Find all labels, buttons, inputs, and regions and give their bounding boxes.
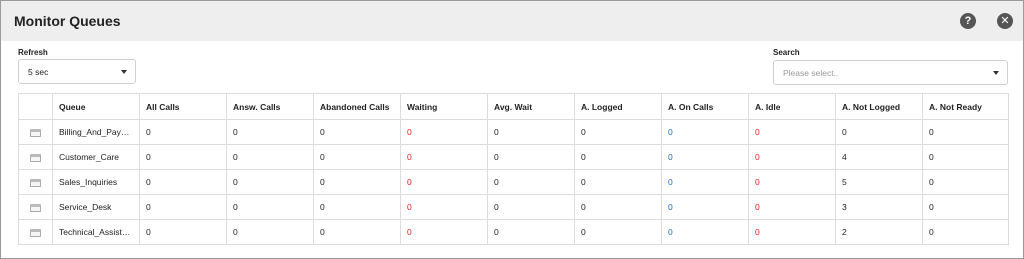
a-not-ready: 0: [922, 219, 1009, 245]
a-logged: 0: [574, 169, 662, 195]
table-header-row: Queue All Calls Answ. Calls Abandoned Ca…: [18, 93, 1009, 120]
avg-wait: 0: [487, 169, 575, 195]
a-not-ready: 0: [922, 119, 1009, 145]
abandoned-calls: 0: [313, 194, 401, 220]
all-calls: 0: [139, 119, 227, 145]
column-header-answ-calls[interactable]: Answ. Calls: [226, 93, 314, 120]
help-icon[interactable]: ?: [960, 13, 976, 29]
table-row[interactable]: Billing_And_Paym... 0 0 0 0 0 0 0 0 0 0: [18, 119, 1009, 145]
table-row[interactable]: Sales_Inquiries 0 0 0 0 0 0 0 0 5 0: [18, 169, 1009, 195]
search-label: Search: [773, 48, 800, 57]
queue-row-icon[interactable]: [30, 178, 41, 187]
a-idle: 0: [748, 119, 836, 145]
column-header-waiting[interactable]: Waiting: [400, 93, 488, 120]
all-calls: 0: [139, 144, 227, 170]
table-row[interactable]: Customer_Care 0 0 0 0 0 0 0 0 4 0: [18, 144, 1009, 170]
close-icon[interactable]: ✕: [997, 13, 1013, 29]
a-idle: 0: [748, 169, 836, 195]
all-calls: 0: [139, 169, 227, 195]
search-placeholder: Please select..: [783, 67, 839, 78]
avg-wait: 0: [487, 219, 575, 245]
queue-name: Customer_Care: [52, 144, 140, 170]
abandoned-calls: 0: [313, 169, 401, 195]
column-header-abandoned-calls[interactable]: Abandoned Calls: [313, 93, 401, 120]
all-calls: 0: [139, 194, 227, 220]
waiting: 0: [400, 219, 488, 245]
a-on-calls: 0: [661, 144, 749, 170]
a-idle: 0: [748, 219, 836, 245]
a-logged: 0: [574, 194, 662, 220]
queue-row-icon[interactable]: [30, 128, 41, 137]
a-logged: 0: [574, 219, 662, 245]
queue-name: Technical_Assista...: [52, 219, 140, 245]
chevron-down-icon: [121, 70, 127, 74]
page-title: Monitor Queues: [14, 13, 121, 29]
column-header-a-not-logged[interactable]: A. Not Logged: [835, 93, 923, 120]
column-header-all-calls[interactable]: All Calls: [139, 93, 227, 120]
queue-name: Billing_And_Paym...: [52, 119, 140, 145]
column-header-a-on-calls[interactable]: A. On Calls: [661, 93, 749, 120]
abandoned-calls: 0: [313, 219, 401, 245]
answ-calls: 0: [226, 169, 314, 195]
column-header-queue[interactable]: Queue: [52, 93, 140, 120]
all-calls: 0: [139, 219, 227, 245]
abandoned-calls: 0: [313, 119, 401, 145]
queue-row-icon[interactable]: [30, 153, 41, 162]
queue-name: Service_Desk: [52, 194, 140, 220]
waiting: 0: [400, 194, 488, 220]
title-bar: Monitor Queues ? ✕: [1, 1, 1023, 41]
a-idle: 0: [748, 194, 836, 220]
queue-row-icon[interactable]: [30, 203, 41, 212]
queues-table: Queue All Calls Answ. Calls Abandoned Ca…: [18, 93, 1009, 245]
a-on-calls: 0: [661, 169, 749, 195]
avg-wait: 0: [487, 194, 575, 220]
a-not-ready: 0: [922, 144, 1009, 170]
answ-calls: 0: [226, 119, 314, 145]
refresh-select[interactable]: 5 sec: [18, 59, 136, 84]
refresh-value: 5 sec: [28, 66, 49, 77]
a-on-calls: 0: [661, 194, 749, 220]
column-header-a-idle[interactable]: A. Idle: [748, 93, 836, 120]
a-not-logged: 5: [835, 169, 923, 195]
a-not-ready: 0: [922, 194, 1009, 220]
table-row[interactable]: Technical_Assista... 0 0 0 0 0 0 0 0 2 0: [18, 219, 1009, 245]
a-logged: 0: [574, 119, 662, 145]
queue-name: Sales_Inquiries: [52, 169, 140, 195]
search-select[interactable]: Please select..: [773, 60, 1008, 85]
answ-calls: 0: [226, 219, 314, 245]
waiting: 0: [400, 144, 488, 170]
column-header-a-logged[interactable]: A. Logged: [574, 93, 662, 120]
monitor-queues-window: Monitor Queues ? ✕ Refresh 5 sec Search …: [0, 0, 1024, 259]
a-on-calls: 0: [661, 119, 749, 145]
waiting: 0: [400, 169, 488, 195]
chevron-down-icon: [993, 71, 999, 75]
a-on-calls: 0: [661, 219, 749, 245]
a-not-ready: 0: [922, 169, 1009, 195]
a-not-logged: 4: [835, 144, 923, 170]
column-header-a-not-ready[interactable]: A. Not Ready: [922, 93, 1009, 120]
avg-wait: 0: [487, 144, 575, 170]
a-not-logged: 2: [835, 219, 923, 245]
a-not-logged: 3: [835, 194, 923, 220]
queue-row-icon[interactable]: [30, 228, 41, 237]
refresh-label: Refresh: [18, 48, 48, 57]
table-row[interactable]: Service_Desk 0 0 0 0 0 0 0 0 3 0: [18, 194, 1009, 220]
answ-calls: 0: [226, 194, 314, 220]
abandoned-calls: 0: [313, 144, 401, 170]
avg-wait: 0: [487, 119, 575, 145]
a-idle: 0: [748, 144, 836, 170]
column-header-avg-wait[interactable]: Avg. Wait: [487, 93, 575, 120]
waiting: 0: [400, 119, 488, 145]
a-logged: 0: [574, 144, 662, 170]
column-header-icon: [18, 93, 53, 120]
answ-calls: 0: [226, 144, 314, 170]
a-not-logged: 0: [835, 119, 923, 145]
